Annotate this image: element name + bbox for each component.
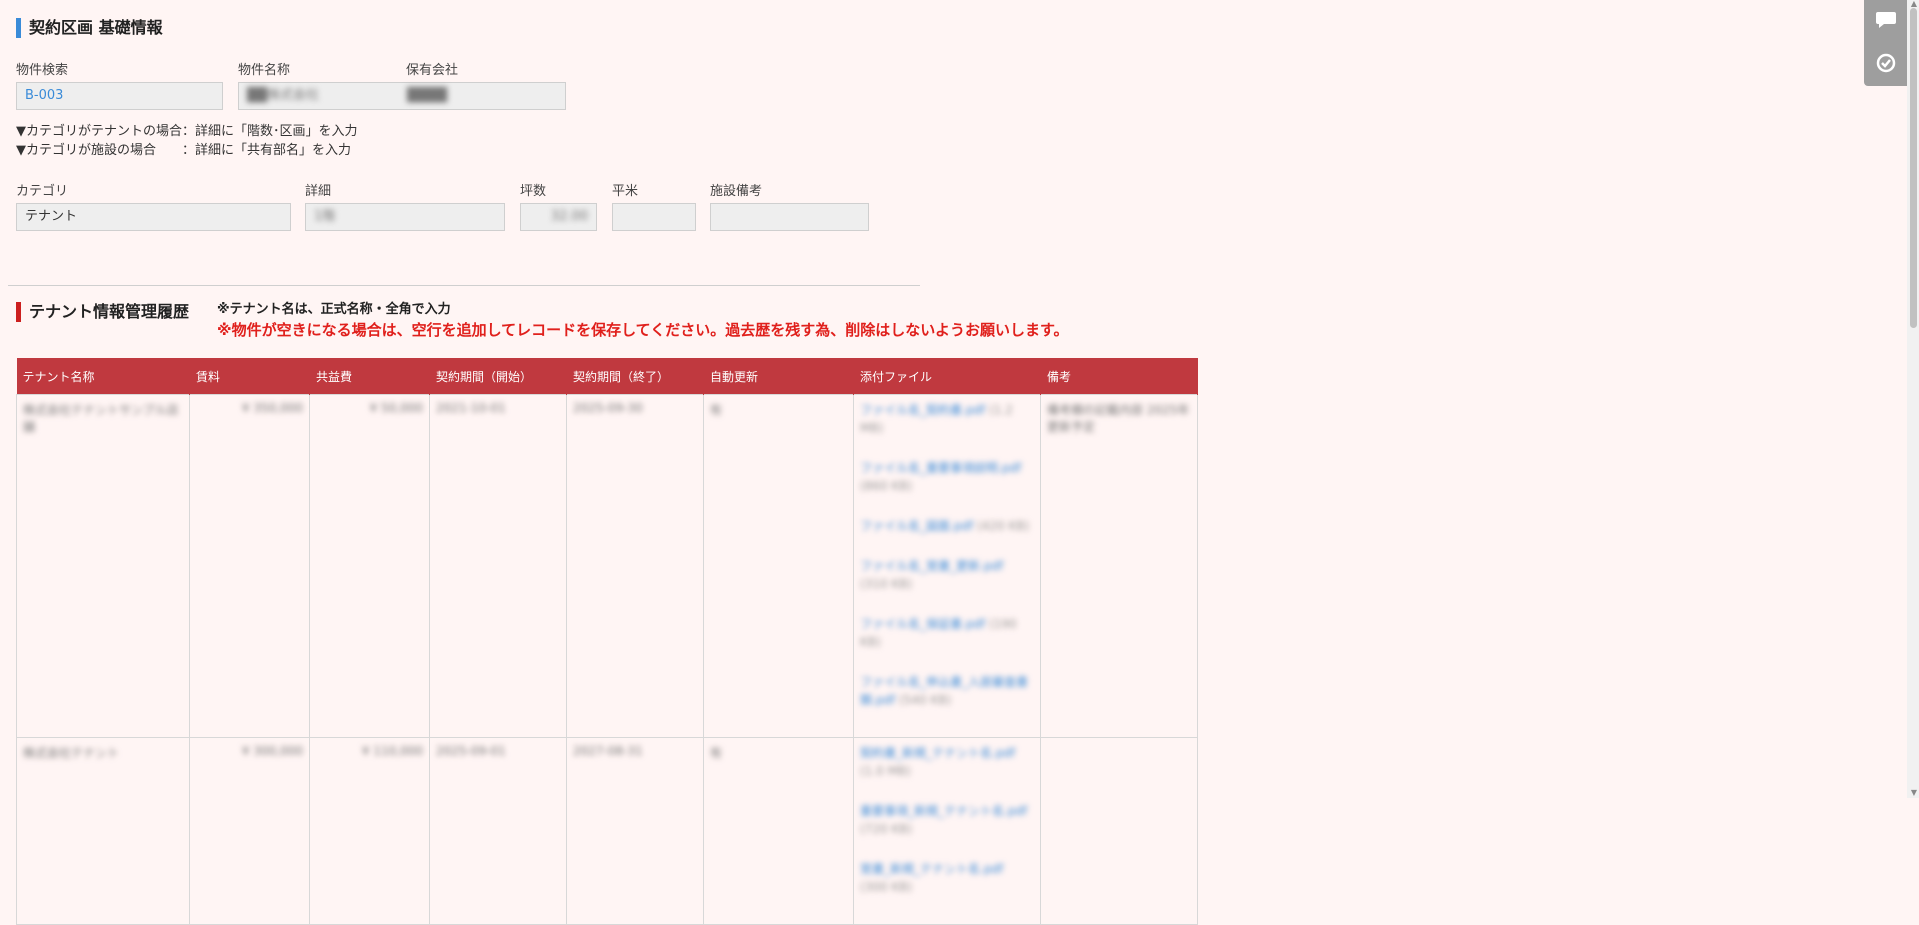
rent-cell[interactable]: ¥ 350,000 (196, 401, 303, 415)
scroll-down-arrow[interactable]: ▼ (1909, 789, 1919, 797)
end-date-cell[interactable]: 2027-08-31 (573, 744, 697, 758)
attachment-link[interactable]: ファイル名_図面.pdf (420 KB) (860, 517, 1034, 535)
common-fee-cell[interactable]: ¥ 50,000 (316, 401, 423, 415)
scroll-up-arrow[interactable]: ▲ (1909, 0, 1919, 8)
col-auto-renew[interactable]: 自動更新 (703, 358, 854, 395)
attachment-link[interactable]: ファイル名_重要事項説明.pdf (860 KB) (860, 459, 1034, 495)
owner-company-value: ████ (407, 88, 447, 103)
basic-info-heading: 契約区画 基礎情報 (16, 18, 163, 38)
tsubo-label: 坪数 (520, 184, 547, 199)
heibei-input[interactable] (612, 203, 696, 231)
category-note-tenant: ▼カテゴリがテナントの場合：詳細に「階数･区画」を入力 (16, 124, 358, 139)
table-row[interactable]: 株式会社テナント ¥ 300,000 ¥ 110,000 2025-09-01 … (16, 737, 1198, 925)
category-select[interactable]: テナント (16, 203, 291, 231)
memo-cell[interactable]: 備考欄の記載内容 2025年更新予定 (1047, 401, 1191, 435)
col-tenant-name[interactable]: テナント名称 (16, 358, 190, 395)
section-divider (8, 285, 920, 286)
attachment-link[interactable]: 覚書_新規_テナント名.pdf (300 KB) (860, 860, 1034, 896)
tenant-name-cell[interactable]: 株式会社テナントサンプル店舗 (23, 401, 183, 435)
end-date-cell[interactable]: 2025-09-30 (573, 401, 697, 415)
side-tool-panel (1864, 0, 1908, 86)
facility-note-label: 施設備考 (710, 184, 763, 199)
property-name-label: 物件名称 (238, 63, 291, 78)
table-row[interactable]: 株式会社テナントサンプル店舗 ¥ 350,000 ¥ 50,000 2021-1… (16, 394, 1198, 738)
attachments-cell: ファイル名_契約書.pdf (1.2 MB) ファイル名_重要事項説明.pdf … (853, 394, 1041, 738)
comment-icon[interactable] (1874, 10, 1898, 34)
col-common-fee[interactable]: 共益費 (309, 358, 430, 395)
detail-label: 詳細 (305, 184, 332, 199)
refresh-check-icon[interactable] (1874, 52, 1898, 76)
detail-input[interactable]: 1階 (305, 203, 505, 231)
tenant-name-cell[interactable]: 株式会社テナント (23, 744, 183, 761)
category-note-facility: ▼カテゴリが施設の場合 ：詳細に「共有部名」を入力 (16, 143, 351, 158)
auto-renew-cell[interactable]: 有 (710, 401, 847, 418)
tsubo-input[interactable]: 32.00 (520, 203, 597, 231)
tenant-history-table: テナント名称 賃料 共益費 契約期間（開始） 契約期間（終了） 自動更新 添付フ… (16, 358, 1198, 925)
attachment-link[interactable]: ファイル名_保証書.pdf (190 KB) (860, 615, 1034, 651)
auto-renew-cell[interactable]: 有 (710, 744, 847, 761)
attachment-link[interactable]: 契約書_新規_テナント名.pdf (1.0 MB) (860, 744, 1034, 780)
facility-note-input[interactable] (710, 203, 869, 231)
tenant-name-note: ※テナント名は、正式名称・全角で入力 (217, 302, 451, 317)
table-header-row: テナント名称 賃料 共益費 契約期間（開始） 契約期間（終了） 自動更新 添付フ… (16, 358, 1198, 395)
property-search-label: 物件検索 (16, 63, 69, 78)
owner-company-label: 保有会社 (406, 63, 459, 78)
detail-value: 1階 (314, 209, 336, 224)
tsubo-value: 32.00 (550, 209, 588, 224)
vacancy-warning: ※物件が空きになる場合は、空行を追加してレコードを保存してください。過去歴を残す… (217, 321, 1069, 339)
attachments-cell: 契約書_新規_テナント名.pdf (1.0 MB) 重要事項_新規_テナント名.… (853, 737, 1041, 925)
col-contract-start[interactable]: 契約期間（開始） (429, 358, 567, 395)
property-name-field: ██株式会社 ████ (238, 82, 566, 110)
tenant-history-heading: テナント情報管理履歴 (16, 302, 189, 322)
col-attachments[interactable]: 添付ファイル (853, 358, 1041, 395)
col-memo[interactable]: 備考 (1040, 358, 1198, 395)
start-date-cell[interactable]: 2021-10-01 (436, 401, 560, 415)
category-label: カテゴリ (16, 184, 69, 199)
property-search-input[interactable]: B-003 (16, 82, 223, 110)
attachment-link[interactable]: ファイル名_申込書_入居審査書類.pdf (540 KB) (860, 673, 1034, 709)
scrollbar-thumb[interactable] (1910, 8, 1917, 328)
attachment-link[interactable]: ファイル名_契約書.pdf (1.2 MB) (860, 401, 1034, 437)
heibei-label: 平米 (612, 184, 639, 199)
rent-cell[interactable]: ¥ 300,000 (196, 744, 303, 758)
start-date-cell[interactable]: 2025-09-01 (436, 744, 560, 758)
col-rent[interactable]: 賃料 (189, 358, 310, 395)
common-fee-cell[interactable]: ¥ 110,000 (316, 744, 423, 758)
col-contract-end[interactable]: 契約期間（終了） (566, 358, 704, 395)
attachment-link[interactable]: ファイル名_覚書_更新.pdf (310 KB) (860, 557, 1034, 593)
attachment-link[interactable]: 重要事項_新規_テナント名.pdf (720 KB) (860, 802, 1034, 838)
property-name-value: ██株式会社 (247, 88, 319, 103)
